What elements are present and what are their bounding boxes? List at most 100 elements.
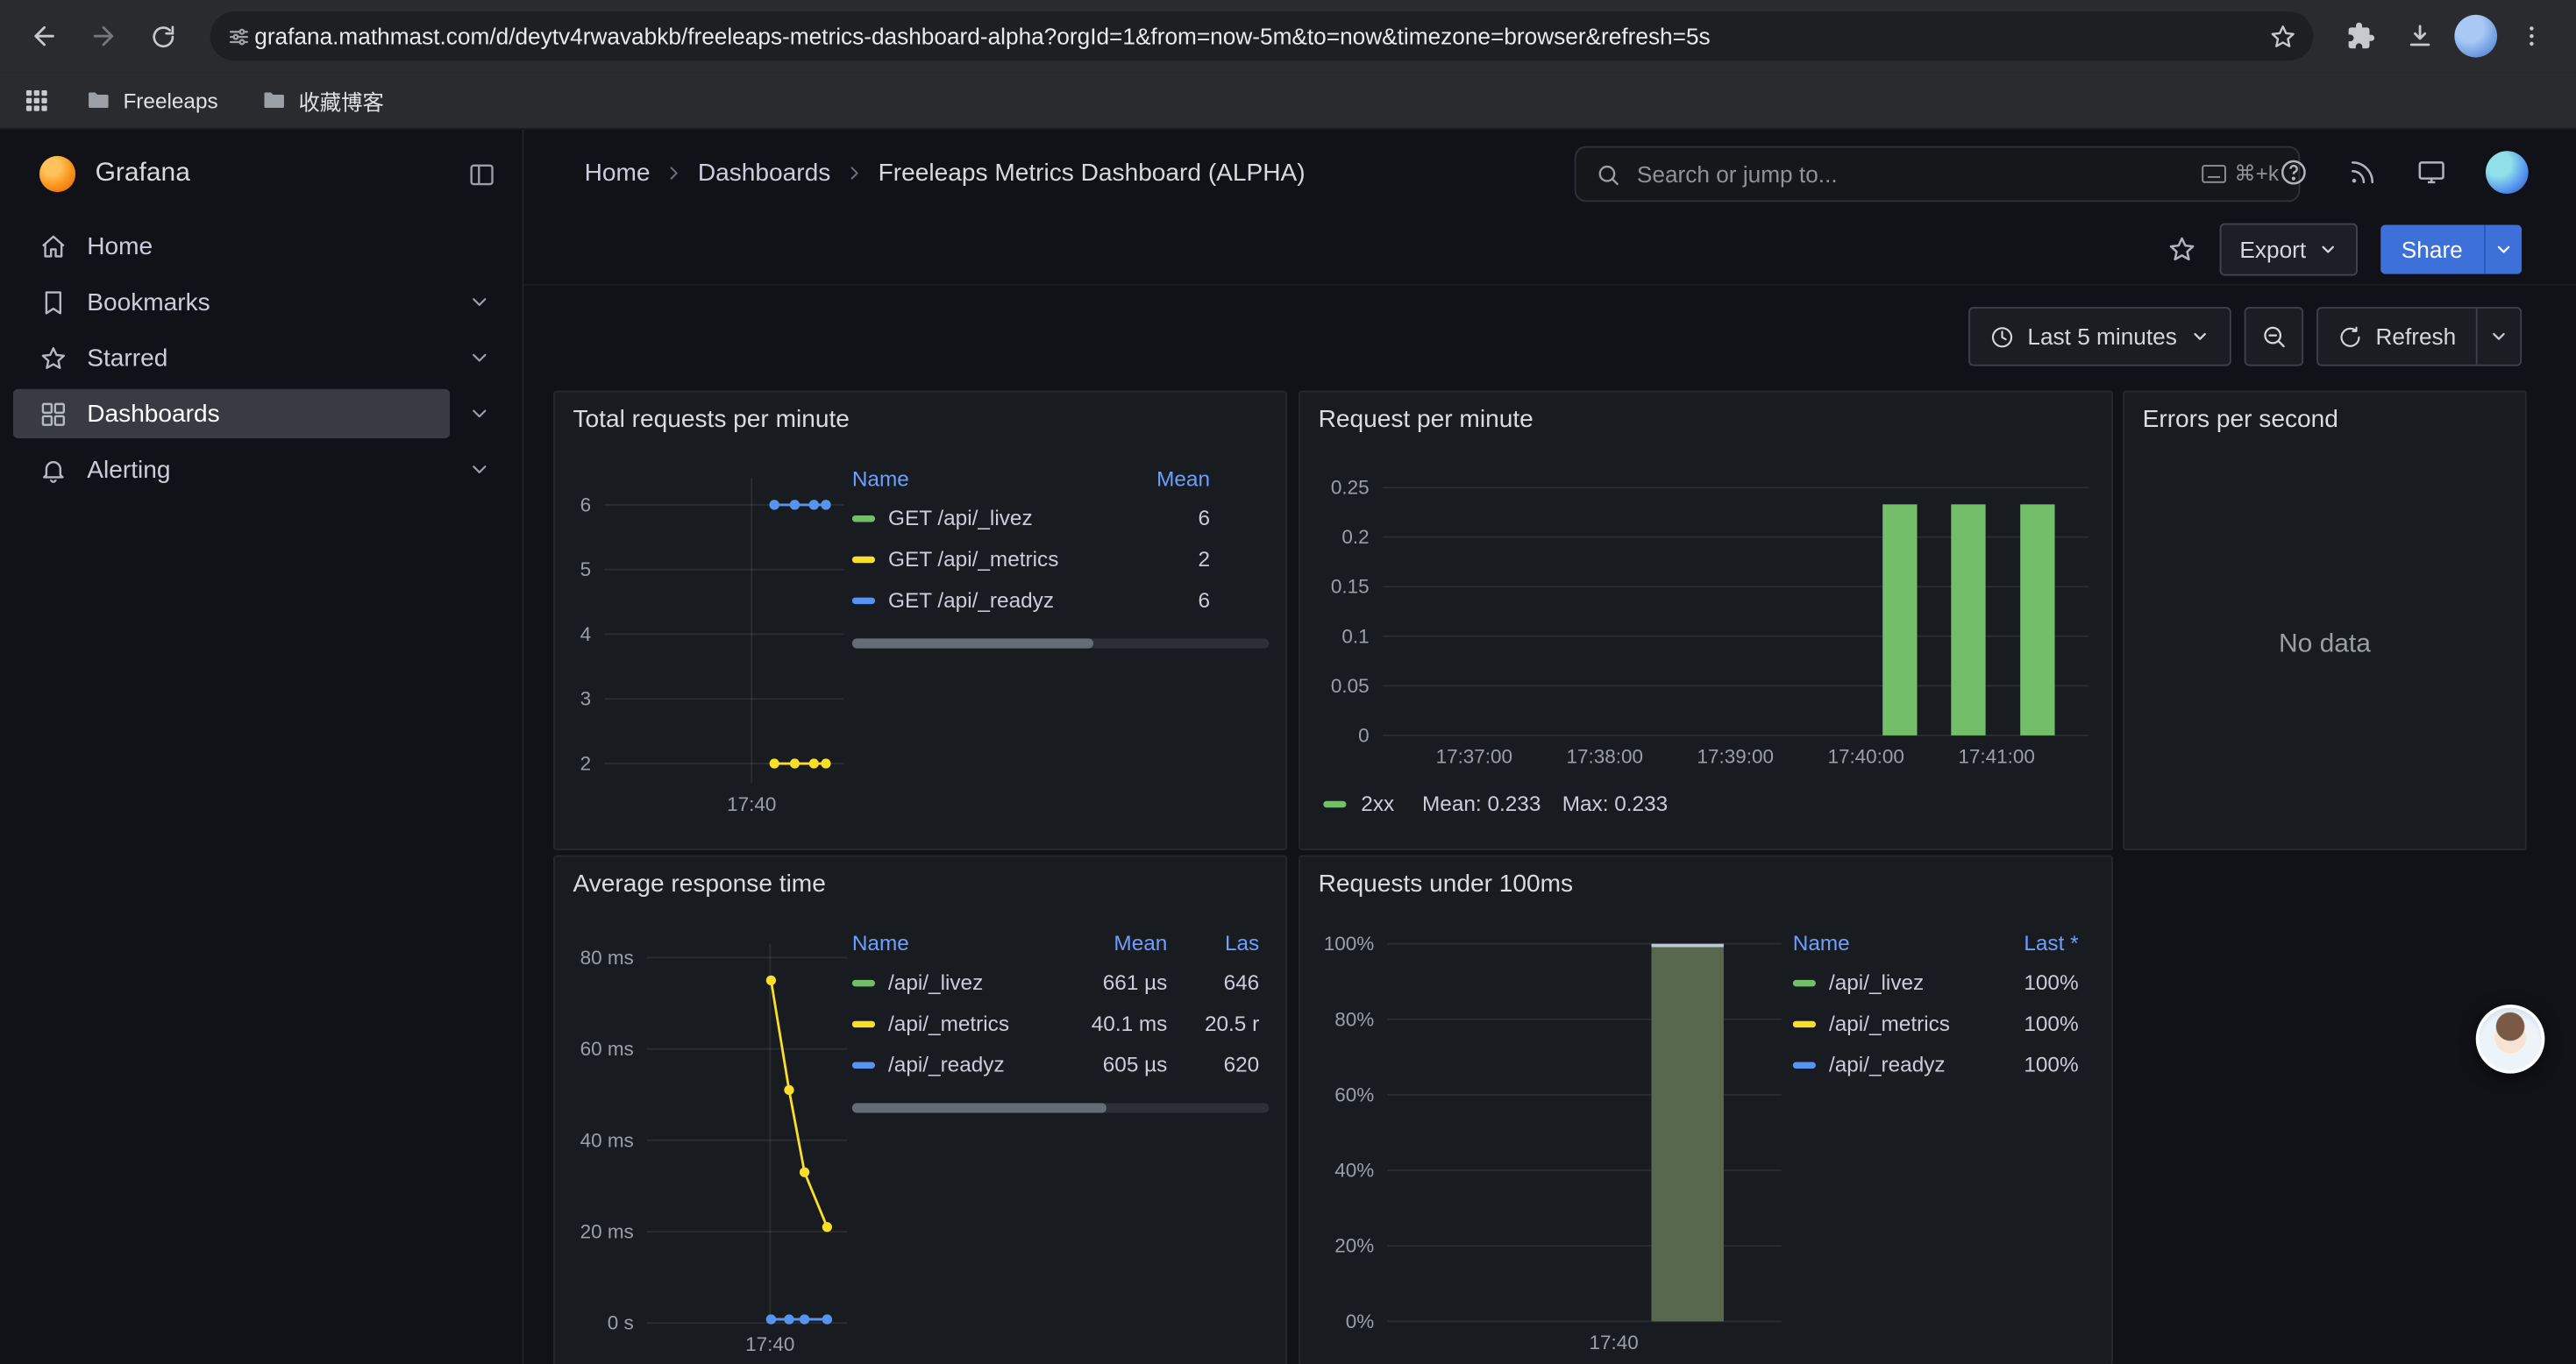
grafana-brand: Grafana [0,130,522,218]
dashboard-actions-row: Export Share [523,215,2576,286]
series-swatch [852,515,875,521]
share-menu-button[interactable] [2484,225,2522,274]
breadcrumb-home[interactable]: Home [585,159,651,187]
chevron-down-icon[interactable] [450,333,509,382]
extensions-icon[interactable] [2337,11,2386,60]
chevron-down-icon[interactable] [450,444,509,494]
export-button[interactable]: Export [2220,224,2357,276]
browser-toolbar [0,0,2576,72]
page-header: Home Dashboards Freeleaps Metrics Dashbo… [523,130,2576,215]
sidebar-item-bookmarks[interactable]: Bookmarks [0,274,522,330]
chevron-down-icon[interactable] [450,277,509,326]
address-bar[interactable] [210,11,2314,60]
search-shortcut: ⌘+k [2202,161,2279,188]
legend-col-last[interactable]: Las [1167,930,1259,955]
url-input[interactable] [251,21,2268,51]
user-avatar[interactable] [2486,151,2529,194]
legend-row[interactable]: /api/_readyz 100% [1793,1044,2089,1085]
apps-grid-icon[interactable] [23,87,49,113]
svg-text:0.1: 0.1 [1341,625,1369,647]
request-per-minute-chart: 00.050.10.150.20.2517:37:0017:38:0017:39… [1307,455,2105,784]
series-swatch [852,1020,875,1027]
grafana-logo-icon[interactable] [39,156,75,192]
chevron-down-icon[interactable] [450,389,509,438]
sidebar-item-starred[interactable]: Starred [0,330,522,386]
legend-row[interactable]: /api/_metrics 40.1 ms 20.5 r [852,1003,1270,1044]
bookmark-star-icon[interactable] [2269,22,2297,50]
chevron-down-icon [2317,239,2337,259]
legend-row[interactable]: /api/_livez 100% [1793,962,2089,1003]
bookmark-folder-freeleaps[interactable]: Freeleaps [72,82,231,118]
refresh-button-group: Refresh [2316,307,2522,366]
browser-menu-icon[interactable] [2507,11,2556,60]
breadcrumb-current: Freeleaps Metrics Dashboard (ALPHA) [879,159,1306,187]
legend-row[interactable]: GET /api/_livez 6 [852,497,1270,538]
panel-title[interactable]: Total requests per minute [573,406,850,434]
svg-text:0 s: 0 s [608,1312,634,1334]
legend-col-mean[interactable]: Mean [1112,465,1210,490]
svg-text:100%: 100% [1324,933,1374,955]
series-swatch [852,597,875,603]
forward-icon[interactable] [79,11,128,60]
refresh-button[interactable]: Refresh [2318,309,2476,365]
search-bar[interactable]: ⌘+k [1575,146,2301,202]
bookmark-icon [39,288,68,316]
panel-title[interactable]: Request per minute [1319,406,1534,434]
svg-text:40 ms: 40 ms [580,1129,634,1151]
search-input[interactable] [1633,160,2188,189]
favorite-star-icon[interactable] [2167,235,2197,265]
search-icon [1596,161,1620,186]
zoom-out-button[interactable] [2245,307,2303,366]
legend-row[interactable]: GET /api/_readyz 6 [852,579,1270,621]
breadcrumb-dashboards[interactable]: Dashboards [698,159,830,187]
series-name[interactable]: 2xx [1361,792,1394,816]
legend-col-last[interactable]: Last * [1987,930,2079,955]
download-icon[interactable] [2395,11,2444,60]
sidebar-item-alerting[interactable]: Alerting [0,442,522,498]
bookmark-folder-blogs[interactable]: 收藏博客 [247,80,396,121]
panel-title[interactable]: Average response time [573,870,826,898]
sidebar-item-home[interactable]: Home [0,218,522,274]
series-mean: Mean: 0.233 [1422,792,1541,816]
svg-text:3: 3 [580,688,592,710]
chevron-right-icon [843,161,865,182]
sidebar-item-dashboards[interactable]: Dashboards [0,386,522,442]
svg-text:5: 5 [580,558,592,580]
share-button[interactable]: Share [2380,225,2484,274]
assistant-avatar[interactable] [2476,1005,2545,1074]
legend-col-mean[interactable]: Mean [1063,930,1168,955]
svg-text:80%: 80% [1334,1008,1374,1030]
dock-sidebar-icon[interactable] [468,160,496,188]
no-data-message: No data [2141,458,2508,832]
legend-scrollbar[interactable] [852,1103,1270,1112]
legend-row[interactable]: /api/_livez 661 µs 646 [852,962,1270,1003]
time-range-picker[interactable]: Last 5 minutes [1968,307,2231,366]
legend-row[interactable]: GET /api/_metrics 2 [852,538,1270,579]
refresh-interval-button[interactable] [2476,309,2521,365]
legend-col-name[interactable]: Name [852,930,1063,955]
legend-row[interactable]: /api/_readyz 605 µs 620 [852,1044,1270,1085]
legend-col-name[interactable]: Name [852,465,1112,490]
svg-text:17:40: 17:40 [745,1333,794,1355]
reload-icon[interactable] [138,11,187,60]
browser-profile-avatar[interactable] [2454,15,2497,58]
panel-title[interactable]: Errors per second [2143,406,2338,434]
series-max: Max: 0.233 [1562,792,1668,816]
svg-text:0.25: 0.25 [1331,477,1370,499]
svg-text:0.05: 0.05 [1331,675,1370,697]
panel-title[interactable]: Requests under 100ms [1319,870,1573,898]
site-info-icon[interactable] [226,24,251,48]
legend-col-name[interactable]: Name [1793,930,1987,955]
svg-text:4: 4 [580,623,592,645]
legend-row[interactable]: /api/_metrics 100% [1793,1003,2089,1044]
back-icon[interactable] [19,11,68,60]
monitor-icon[interactable] [2416,158,2446,188]
bookmark-label: Freeleaps [123,88,217,112]
rss-icon[interactable] [2348,158,2378,188]
help-icon[interactable] [2279,158,2309,188]
legend-table: Name Mean Las /api/_livez 661 µs 646 /ap… [852,922,1270,1084]
legend-scrollbar[interactable] [852,638,1270,648]
legend-table: Name Last * /api/_livez 100% /api/_metri… [1793,922,2089,1084]
share-button-group: Share [2380,225,2522,274]
bell-icon [39,456,68,484]
